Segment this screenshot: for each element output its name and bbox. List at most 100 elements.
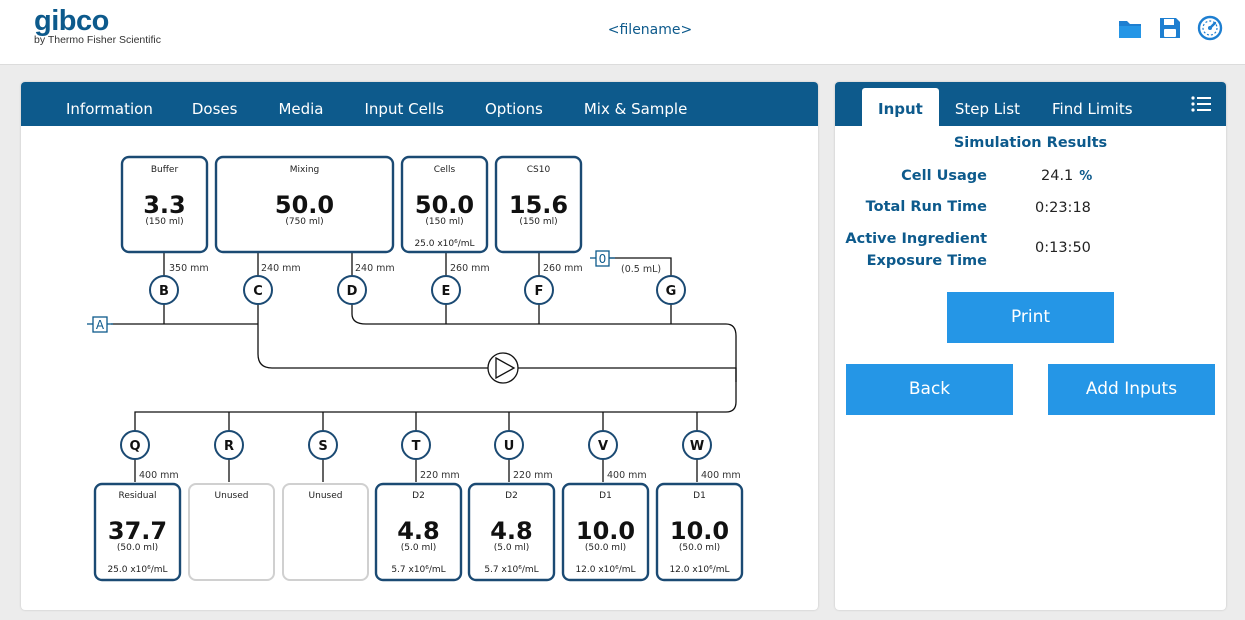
vessel-d1-v-concentration: 12.0 x10⁶/mL <box>575 565 635 575</box>
valve-s[interactable]: S <box>308 430 338 460</box>
vessel-unused-r[interactable]: Unused <box>188 483 275 581</box>
flow-diagram: A 0 (0.5 mL) 350 mm 240 mm 240 mm 260 mm… <box>87 155 744 582</box>
vessel-buffer-value: 3.3 <box>143 191 186 219</box>
exposure-time-value: 0:13:50 <box>1035 240 1091 256</box>
flow-diagram-panel: Information Doses Media Input Cells Opti… <box>21 82 818 610</box>
valve-q[interactable]: Q <box>120 430 150 460</box>
valve-t-label: T <box>412 439 421 454</box>
length-c: 240 mm <box>261 263 301 274</box>
length-t: 220 mm <box>420 470 460 481</box>
toolbar-icons <box>1117 15 1223 41</box>
vessel-d2-u-value: 4.8 <box>490 517 533 545</box>
valve-v-label: V <box>598 439 608 454</box>
vessel-d2-t-name: D2 <box>412 491 425 501</box>
tab-step-list[interactable]: Step List <box>939 100 1036 126</box>
vessel-residual[interactable]: Residual 37.7 (50.0 ml) 25.0 x10⁶/mL <box>93 482 182 582</box>
tab-doses[interactable]: Doses <box>192 100 257 126</box>
valve-t[interactable]: T <box>401 430 431 460</box>
vessel-buffer[interactable]: Buffer 3.3 (150 ml) <box>120 155 209 254</box>
results-tab-bar: Input Step List Find Limits <box>835 82 1226 126</box>
save-icon[interactable] <box>1157 15 1183 41</box>
vessel-d1-w[interactable]: D1 10.0 (50.0 ml) 12.0 x10⁶/mL <box>655 482 744 582</box>
valve-f[interactable]: F <box>524 275 554 305</box>
speedometer-icon[interactable] <box>1197 15 1223 41</box>
exposure-label-line1: Active Ingredient <box>845 231 987 247</box>
diagram-tab-bar: Information Doses Media Input Cells Opti… <box>21 82 818 126</box>
vessel-d1-v-value: 10.0 <box>576 517 635 545</box>
valve-e[interactable]: E <box>431 275 461 305</box>
inlet-zero-label: 0 <box>599 252 607 266</box>
results-panel: Input Step List Find Limits Simulation R… <box>835 82 1226 610</box>
valve-r[interactable]: R <box>214 430 244 460</box>
valve-g-label: G <box>666 284 677 299</box>
vessel-d2-u-volume: (5.0 ml) <box>494 543 529 553</box>
vessel-d2-u-concentration: 5.7 x10⁶/mL <box>484 565 538 575</box>
vessel-residual-concentration: 25.0 x10⁶/mL <box>107 565 167 575</box>
inlet-zero-volume: (0.5 mL) <box>621 264 661 275</box>
vessel-d1-v-volume: (50.0 ml) <box>585 543 626 553</box>
vessel-d1-v[interactable]: D1 10.0 (50.0 ml) 12.0 x10⁶/mL <box>561 482 650 582</box>
vessel-cells[interactable]: Cells 50.0 (150 ml) 25.0 x10⁶/mL <box>400 155 489 254</box>
valve-g[interactable]: G <box>656 275 686 305</box>
vessel-d1-v-name: D1 <box>599 491 612 501</box>
print-button[interactable]: Print <box>947 292 1114 343</box>
valve-d-label: D <box>347 284 358 299</box>
vessel-buffer-volume: (150 ml) <box>145 217 183 227</box>
tab-information[interactable]: Information <box>66 100 172 126</box>
valve-d[interactable]: D <box>337 275 367 305</box>
tab-mix-sample[interactable]: Mix & Sample <box>584 100 706 126</box>
tab-input-cells[interactable]: Input Cells <box>365 100 463 126</box>
valve-e-label: E <box>442 284 451 299</box>
valve-w[interactable]: W <box>682 430 712 460</box>
vessel-residual-name: Residual <box>118 491 156 501</box>
cell-usage-unit: % <box>1079 169 1093 184</box>
cell-usage-value: 24.1 <box>1041 168 1074 184</box>
vessel-residual-volume: (50.0 ml) <box>117 543 158 553</box>
pump-icon <box>487 352 519 384</box>
valve-b[interactable]: B <box>149 275 179 305</box>
valve-b-label: B <box>159 284 169 299</box>
inlet-a[interactable]: A <box>87 316 113 333</box>
tab-media[interactable]: Media <box>278 100 342 126</box>
tab-find-limits[interactable]: Find Limits <box>1036 100 1149 126</box>
logo-subtitle: by Thermo Fisher Scientific <box>34 34 162 46</box>
exposure-label-line2: Exposure Time <box>866 253 987 269</box>
list-menu-icon[interactable] <box>1190 94 1212 114</box>
valve-v[interactable]: V <box>588 430 618 460</box>
vessel-d2-u-name: D2 <box>505 491 518 501</box>
total-run-time-value: 0:23:18 <box>1035 200 1091 216</box>
total-run-time-label: Total Run Time <box>865 199 987 215</box>
length-u: 220 mm <box>513 470 553 481</box>
inlet-zero[interactable]: 0 <box>590 250 615 267</box>
tab-options[interactable]: Options <box>485 100 562 126</box>
cell-usage-label: Cell Usage <box>901 168 987 184</box>
vessel-d2-t-concentration: 5.7 x10⁶/mL <box>391 565 445 575</box>
valve-c-label: C <box>253 284 263 299</box>
valve-q-label: Q <box>129 439 140 454</box>
valve-c[interactable]: C <box>243 275 273 305</box>
length-d: 240 mm <box>355 263 395 274</box>
length-b: 350 mm <box>169 263 209 274</box>
valve-u[interactable]: U <box>494 430 524 460</box>
vessel-d2-t[interactable]: D2 4.8 (5.0 ml) 5.7 x10⁶/mL <box>374 482 463 582</box>
vessel-cells-value: 50.0 <box>415 191 474 219</box>
back-button[interactable]: Back <box>846 364 1013 415</box>
valve-s-label: S <box>318 439 327 454</box>
tab-input[interactable]: Input <box>862 88 939 126</box>
folder-icon[interactable] <box>1117 15 1143 41</box>
vessel-buffer-name: Buffer <box>151 165 179 175</box>
vessel-unused-s[interactable]: Unused <box>282 483 369 581</box>
vessel-mixing[interactable]: Mixing 50.0 (750 ml) <box>214 155 395 254</box>
top-bar: gibco by Thermo Fisher Scientific <filen… <box>0 0 1245 65</box>
add-inputs-button[interactable]: Add Inputs <box>1048 364 1215 415</box>
vessel-cs10[interactable]: CS10 15.6 (150 ml) <box>494 155 583 254</box>
valve-f-label: F <box>535 284 544 299</box>
valve-r-label: R <box>224 439 234 454</box>
vessel-d2-u[interactable]: D2 4.8 (5.0 ml) 5.7 x10⁶/mL <box>467 482 556 582</box>
gibco-logo: gibco by Thermo Fisher Scientific <box>34 6 161 46</box>
vessel-d1-w-concentration: 12.0 x10⁶/mL <box>669 565 729 575</box>
vessel-unused-s-name: Unused <box>309 491 343 501</box>
vessel-mixing-value: 50.0 <box>275 191 334 219</box>
inlet-a-label: A <box>96 318 105 332</box>
length-f: 260 mm <box>543 263 583 274</box>
